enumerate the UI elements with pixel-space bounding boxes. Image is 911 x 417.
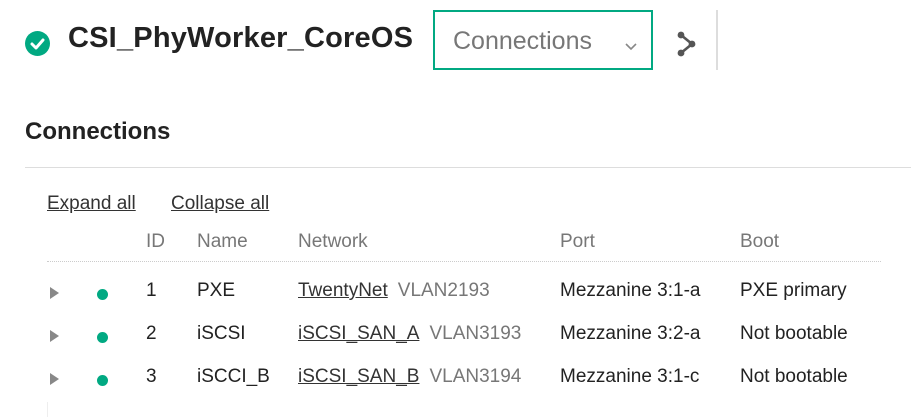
page-title: CSI_PhyWorker_CoreOS — [68, 22, 414, 54]
column-header-boot[interactable]: Boot — [740, 231, 779, 253]
cell-boot: Not bootable — [740, 366, 848, 387]
status-dot-icon — [97, 375, 108, 386]
expand-row-icon[interactable] — [47, 286, 63, 302]
network-link[interactable]: iSCSI_SAN_B — [298, 366, 419, 387]
cell-network: iSCSI_SAN_A VLAN3193 — [298, 323, 521, 345]
vlan-label: VLAN2193 — [397, 280, 490, 301]
chevron-down-icon — [625, 38, 637, 56]
cell-boot: PXE primary — [740, 280, 847, 301]
table-left-border — [47, 402, 48, 417]
column-header-port[interactable]: Port — [560, 231, 595, 253]
cell-boot: Not bootable — [740, 323, 848, 344]
status-dot-icon — [97, 289, 108, 300]
share-icon[interactable] — [672, 27, 702, 61]
vlan-label: VLAN3194 — [429, 366, 522, 387]
network-link[interactable]: TwentyNet — [298, 280, 388, 301]
cell-name: iSCCI_B — [197, 366, 270, 387]
expand-row-icon[interactable] — [47, 372, 63, 388]
cell-id: 1 — [146, 280, 157, 301]
view-selector-dropdown[interactable]: Connections — [433, 10, 653, 70]
expand-all-link[interactable]: Expand all — [47, 193, 136, 215]
cell-port: Mezzanine 3:1-c — [560, 366, 700, 387]
cell-id: 3 — [146, 366, 157, 387]
cell-name: PXE — [197, 280, 236, 301]
column-header-id[interactable]: ID — [146, 231, 165, 253]
network-link[interactable]: iSCSI_SAN_A — [298, 323, 419, 344]
status-dot-icon — [97, 332, 108, 343]
cell-name: iSCSI — [197, 323, 246, 344]
table-header-divider — [47, 261, 881, 262]
cell-network: TwentyNet VLAN2193 — [298, 280, 490, 302]
header-divider — [716, 10, 718, 70]
collapse-all-link[interactable]: Collapse all — [171, 193, 269, 215]
cell-port: Mezzanine 3:1-a — [560, 280, 701, 301]
cell-port: Mezzanine 3:2-a — [560, 323, 701, 344]
column-header-network[interactable]: Network — [298, 231, 368, 253]
table-row: 2 iSCSI iSCSI_SAN_A VLAN3193 Mezzanine 3:… — [0, 323, 911, 366]
section-divider — [25, 167, 911, 168]
cell-id: 2 — [146, 323, 157, 344]
page-header: CSI_PhyWorker_CoreOS Connections — [0, 0, 911, 90]
vlan-label: VLAN3193 — [429, 323, 522, 344]
view-selector-value: Connections — [453, 27, 592, 55]
status-ok-icon — [25, 31, 50, 56]
column-header-name[interactable]: Name — [197, 231, 248, 253]
expand-row-icon[interactable] — [47, 329, 63, 345]
cell-network: iSCSI_SAN_B VLAN3194 — [298, 366, 521, 388]
section-title: Connections — [25, 118, 171, 145]
table-row: 1 PXE TwentyNet VLAN2193 Mezzanine 3:1-a … — [0, 280, 911, 323]
table-row: 3 iSCCI_B iSCSI_SAN_B VLAN3194 Mezzanine … — [0, 366, 911, 409]
